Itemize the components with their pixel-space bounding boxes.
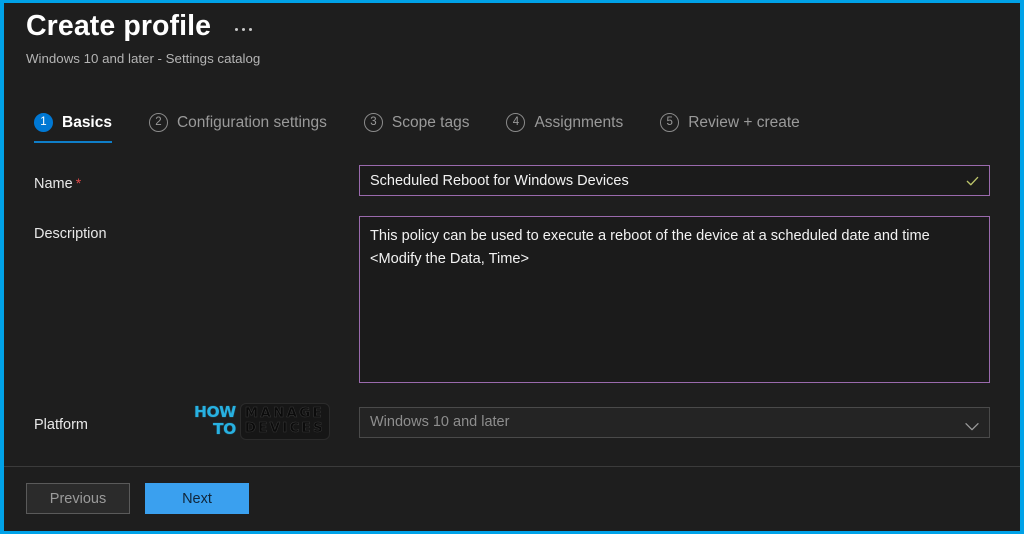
name-input[interactable] bbox=[359, 165, 990, 196]
tab-configuration-settings[interactable]: 2 Configuration settings bbox=[148, 109, 342, 143]
description-label: Description bbox=[34, 226, 107, 242]
watermark-to-text: TO bbox=[213, 420, 236, 438]
name-control bbox=[359, 165, 990, 196]
watermark-howto: HOW TO bbox=[194, 402, 236, 438]
tab-step-number: 4 bbox=[506, 113, 526, 132]
tab-step-number: 2 bbox=[148, 113, 168, 132]
description-row: Description bbox=[34, 216, 990, 383]
title-row: Create profile bbox=[26, 7, 1020, 45]
platform-row: Platform Windows 10 and later bbox=[34, 407, 990, 438]
tab-review-create[interactable]: 5 Review + create bbox=[660, 109, 815, 143]
tab-step-number: 1 bbox=[34, 113, 53, 132]
description-control bbox=[359, 216, 990, 383]
tab-basics[interactable]: 1 Basics bbox=[34, 109, 127, 143]
ellipsis-dot bbox=[241, 27, 245, 32]
name-label: Name * bbox=[34, 165, 359, 196]
tab-step-number: 3 bbox=[363, 113, 383, 132]
tab-scope-tags[interactable]: 3 Scope tags bbox=[363, 109, 485, 143]
platform-selected-value: Windows 10 and later bbox=[359, 407, 990, 438]
howtomanagedevices-watermark-logo: HOW TO MANAGE DEVICES bbox=[194, 399, 330, 443]
tab-label: Assignments bbox=[534, 113, 624, 131]
ellipsis-dot bbox=[235, 27, 239, 32]
ellipsis-dot bbox=[248, 27, 252, 32]
platform-select[interactable]: Windows 10 and later bbox=[359, 407, 990, 438]
basics-form: Name* Description Platform bbox=[4, 159, 1020, 459]
next-button[interactable]: Next bbox=[145, 483, 249, 514]
name-row: Name * bbox=[34, 165, 990, 196]
watermark-devices-text: DEVICES bbox=[244, 420, 325, 436]
description-textarea[interactable] bbox=[359, 216, 990, 383]
tab-label: Review + create bbox=[688, 113, 800, 131]
watermark-managedevices-box: MANAGE DEVICES bbox=[239, 402, 330, 440]
name-label-text: Name bbox=[34, 176, 73, 192]
platform-control: Windows 10 and later bbox=[359, 407, 990, 438]
page-title: Create profile bbox=[26, 10, 212, 42]
tab-step-number: 5 bbox=[660, 113, 680, 132]
blade-footer: Previous Next bbox=[4, 466, 1020, 531]
create-profile-blade: Create profile Windows 10 and later - Se… bbox=[4, 3, 1020, 531]
more-options-icon[interactable] bbox=[231, 21, 256, 32]
required-marker: * bbox=[75, 175, 82, 191]
blade-header: Create profile Windows 10 and later - Se… bbox=[4, 3, 1020, 89]
watermark-how-text: HOW bbox=[194, 402, 236, 421]
tab-assignments[interactable]: 4 Assignments bbox=[506, 109, 638, 143]
tab-label: Scope tags bbox=[391, 113, 470, 131]
watermark-manage-text: MANAGE bbox=[244, 404, 324, 421]
tab-label: Basics bbox=[62, 113, 112, 131]
tab-label: Configuration settings bbox=[176, 113, 327, 131]
wizard-tabs: 1 Basics 2 Configuration settings 3 Scop… bbox=[34, 109, 837, 143]
previous-button[interactable]: Previous bbox=[26, 483, 130, 514]
page-subtitle: Windows 10 and later - Settings catalog bbox=[26, 51, 261, 66]
